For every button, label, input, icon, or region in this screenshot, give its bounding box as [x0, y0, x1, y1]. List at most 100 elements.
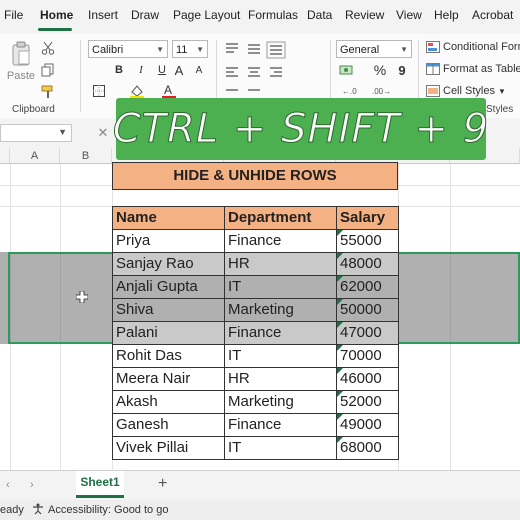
table-cell-dept[interactable]: HR: [224, 252, 337, 276]
table-cell-dept[interactable]: HR: [224, 367, 337, 391]
increase-font-button[interactable]: A: [172, 62, 186, 78]
worksheet-grid[interactable]: A B HIDE & UNHIDE ROWS Name Department Sal…: [0, 148, 520, 470]
conditional-formatting-button[interactable]: Conditional Formatting: [426, 40, 520, 54]
tab-home[interactable]: Home: [40, 8, 73, 22]
table-cell-salary[interactable]: 48000: [336, 252, 399, 276]
table-cell-salary[interactable]: 49000: [336, 413, 399, 437]
column-header-a[interactable]: A: [10, 148, 60, 164]
font-name-dropdown[interactable]: Calibri ▼: [88, 40, 168, 58]
italic-button[interactable]: I: [134, 62, 148, 78]
table-cell-salary[interactable]: 50000: [336, 298, 399, 322]
select-all-corner[interactable]: [0, 148, 10, 164]
underline-button[interactable]: U: [155, 62, 169, 78]
table-cell-salary[interactable]: 55000: [336, 229, 399, 253]
number-as-text-indicator: [337, 391, 343, 397]
sheet-tab-bar: ‹ › Sheet1 +: [0, 470, 520, 501]
shortcut-title: CTRL + SHIFT + 9: [112, 106, 490, 153]
clipboard-group-label: Clipboard: [12, 104, 55, 115]
cancel-edit-icon[interactable]: ✕: [94, 124, 112, 142]
percent-button[interactable]: %: [372, 62, 388, 78]
table-cell-salary[interactable]: 52000: [336, 390, 399, 414]
add-sheet-button[interactable]: +: [158, 475, 167, 493]
tab-file[interactable]: File: [4, 8, 23, 22]
tab-view[interactable]: View: [396, 8, 422, 22]
tab-insert[interactable]: Insert: [88, 8, 118, 22]
table-cell-dept[interactable]: IT: [224, 436, 337, 460]
borders-icon[interactable]: [92, 84, 106, 98]
svg-text:←.0: ←.0: [342, 87, 357, 96]
status-bar: eady Accessibility: Good to go: [0, 500, 520, 520]
sheet-header-label[interactable]: HIDE & UNHIDE ROWS: [112, 162, 398, 190]
scroll-right-icon[interactable]: ›: [30, 479, 34, 491]
table-cell-name[interactable]: Akash: [112, 390, 225, 414]
decimal-buttons[interactable]: ←.0 .00→: [340, 84, 400, 98]
table-cell-name[interactable]: Anjali Gupta: [112, 275, 225, 299]
table-header-cell[interactable]: Department: [224, 206, 337, 230]
conditional-formatting-icon: [426, 41, 440, 53]
table-cell-salary[interactable]: 46000: [336, 367, 399, 391]
bold-button[interactable]: B: [112, 62, 126, 78]
table-cell-salary[interactable]: 68000: [336, 436, 399, 460]
tab-acrobat[interactable]: Acrobat: [472, 8, 513, 22]
name-box[interactable]: ▼: [0, 124, 72, 142]
tab-review[interactable]: Review: [345, 8, 384, 22]
tab-draw[interactable]: Draw: [131, 8, 159, 22]
cut-icon[interactable]: [40, 40, 56, 56]
accessibility-icon[interactable]: [32, 503, 44, 515]
accounting-format-icon[interactable]: [338, 62, 354, 78]
number-as-text-indicator: [337, 276, 343, 282]
copy-icon[interactable]: [40, 62, 56, 78]
table-header-cell[interactable]: Salary: [336, 206, 399, 230]
comma-style-button[interactable]: 9: [396, 62, 408, 78]
sheet-tab-sheet1[interactable]: Sheet1: [76, 471, 124, 498]
table-cell-name[interactable]: Meera Nair: [112, 367, 225, 391]
styles-group-label: Styles: [486, 104, 514, 115]
number-as-text-indicator: [337, 322, 343, 328]
table-cell-name[interactable]: Vivek Pillai: [112, 436, 225, 460]
number-as-text-indicator: [337, 437, 343, 443]
alignment-icons[interactable]: [222, 40, 302, 100]
table-cell-name[interactable]: Palani: [112, 321, 225, 345]
table-cell-name[interactable]: Ganesh: [112, 413, 225, 437]
table-cell-dept[interactable]: Marketing: [224, 298, 337, 322]
number-as-text-indicator: [337, 230, 343, 236]
paste-label[interactable]: Paste: [6, 70, 36, 82]
tab-formulas[interactable]: Formulas: [248, 8, 298, 22]
table-cell-dept[interactable]: Finance: [224, 229, 337, 253]
number-format-dropdown[interactable]: General ▼: [336, 40, 412, 58]
table-cell-salary[interactable]: 70000: [336, 344, 399, 368]
table-cell-name[interactable]: Rohit Das: [112, 344, 225, 368]
table-cell-dept[interactable]: IT: [224, 275, 337, 299]
table-cell-name[interactable]: Sanjay Rao: [112, 252, 225, 276]
cell-styles-label: Cell Styles: [443, 85, 495, 97]
table-header-cell[interactable]: Name: [112, 206, 225, 230]
decrease-font-button[interactable]: A: [192, 62, 206, 78]
number-as-text-indicator: [337, 368, 343, 374]
table-cell-dept[interactable]: Marketing: [224, 390, 337, 414]
tab-page-layout[interactable]: Page Layout: [173, 8, 240, 22]
tab-help[interactable]: Help: [434, 8, 459, 22]
table-cell-dept[interactable]: Finance: [224, 413, 337, 437]
status-accessibility[interactable]: Accessibility: Good to go: [48, 504, 168, 516]
cell-styles-button[interactable]: Cell Styles ▼: [426, 84, 520, 98]
table-cell-dept[interactable]: Finance: [224, 321, 337, 345]
number-as-text-indicator: [337, 414, 343, 420]
font-size-dropdown[interactable]: 11 ▼: [172, 40, 208, 58]
tab-data[interactable]: Data: [307, 8, 332, 22]
chevron-down-icon: ▼: [156, 45, 164, 54]
table-cell-name[interactable]: Shiva: [112, 298, 225, 322]
chevron-down-icon: ▼: [400, 45, 408, 54]
number-format-value: General: [340, 44, 380, 56]
column-header-b[interactable]: B: [60, 148, 112, 164]
format-painter-icon[interactable]: [40, 84, 56, 100]
table-cell-name[interactable]: Priya: [112, 229, 225, 253]
table-cell-salary[interactable]: 47000: [336, 321, 399, 345]
cell-cursor-icon: [75, 290, 89, 304]
table-cell-dept[interactable]: IT: [224, 344, 337, 368]
table-cell-salary[interactable]: 62000: [336, 275, 399, 299]
ribbon-separator: [80, 40, 81, 112]
svg-text:.00→: .00→: [372, 87, 391, 96]
scroll-left-icon[interactable]: ‹: [6, 479, 10, 491]
paste-icon[interactable]: [8, 40, 34, 68]
format-as-table-button[interactable]: Format as Table▼: [426, 62, 520, 76]
